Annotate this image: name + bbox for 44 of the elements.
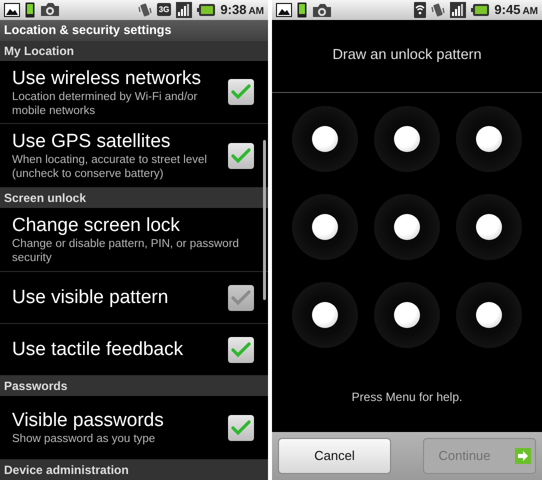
check-icon xyxy=(231,290,251,306)
section-header: My Location xyxy=(0,40,268,61)
item-title: Change screen lock xyxy=(12,214,181,238)
signal-icon xyxy=(176,2,192,18)
item-title: Use visible pattern xyxy=(12,286,170,310)
pattern-heading: Draw an unlock pattern xyxy=(332,46,482,66)
battery-icon xyxy=(471,4,490,16)
vibrate-icon xyxy=(431,2,446,18)
checkbox[interactable] xyxy=(228,79,254,106)
check-icon xyxy=(231,342,251,358)
phone-icon xyxy=(25,2,35,18)
check-icon xyxy=(231,420,251,436)
camera-icon xyxy=(40,2,60,18)
screen-title: Location & security settings xyxy=(0,20,268,41)
clock: 9:38 AM xyxy=(220,1,264,19)
section-header: Screen unlock xyxy=(0,188,268,208)
picture-icon xyxy=(276,3,292,17)
arrow-right-icon xyxy=(515,448,531,464)
section-header: Passwords xyxy=(0,376,268,396)
section-header: Device administration xyxy=(0,460,268,480)
item-summary: Change or disable pattern, PIN, or password security xyxy=(12,237,240,266)
picture-icon xyxy=(4,2,20,17)
wifi-icon xyxy=(414,2,426,18)
check-icon xyxy=(231,148,251,164)
item-title: Use wireless networks xyxy=(12,66,202,90)
help-hint: Press Menu for help. xyxy=(352,389,462,406)
settings-item[interactable]: Use wireless networks Location determined by Wi-Fi and/or mobile networks xyxy=(0,60,268,124)
item-title: Use tactile feedback xyxy=(12,338,184,362)
phone-icon xyxy=(297,2,307,18)
checkbox[interactable] xyxy=(228,414,254,441)
checkbox[interactable] xyxy=(228,142,254,169)
item-title: Visible passwords xyxy=(12,409,165,432)
cancel-button[interactable]: Cancel xyxy=(278,438,391,474)
signal-icon xyxy=(450,2,466,18)
camera-icon xyxy=(312,2,332,18)
item-title: Use GPS satellites xyxy=(12,130,172,154)
checkbox[interactable] xyxy=(228,336,254,363)
item-summary: Show password as you type xyxy=(12,432,156,446)
item-summary: Location determined by Wi-Fi and/or mobile networks xyxy=(12,90,198,118)
network-type-icon: 3G xyxy=(156,3,172,16)
battery-icon xyxy=(197,4,216,16)
check-icon xyxy=(231,84,251,100)
clock: 9:45 AM xyxy=(494,1,538,20)
item-summary: When locating, accurate to street level (uncheck to conserve battery) xyxy=(12,153,208,182)
